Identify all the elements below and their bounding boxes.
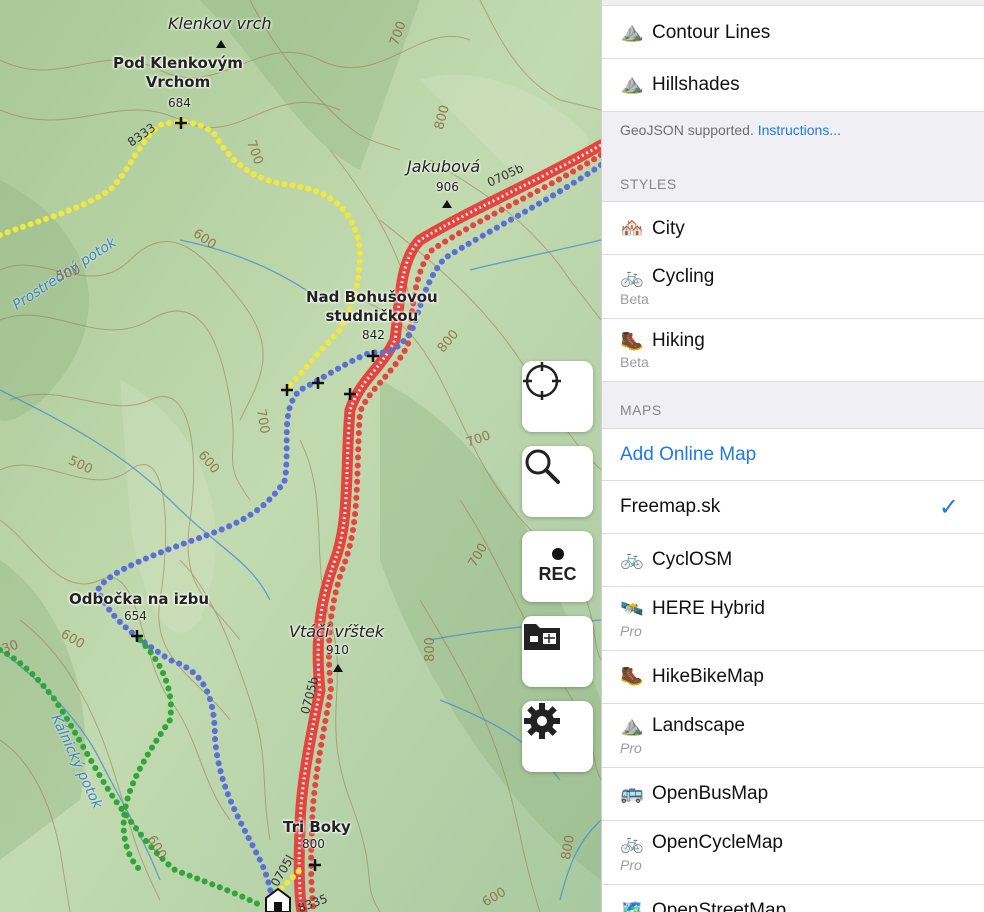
map-label: HikeBikeMap	[652, 666, 764, 687]
map-row-opencyclemap[interactable]: 🚲 OpenCycleMap Pro	[602, 821, 984, 885]
record-dot-icon	[551, 548, 564, 560]
map-row-openbusmap[interactable]: 🚌 OpenBusMap	[602, 768, 984, 821]
map-row-cyclosm[interactable]: 🚲 CyclOSM	[602, 534, 984, 587]
peak-name: Nad Bohušovou studničkou	[306, 288, 438, 325]
hill-label-klenkov-vrch: Klenkov vrch	[168, 14, 272, 33]
overlay-label: Hillshades	[652, 74, 740, 95]
bicycle-icon: 🚲	[620, 549, 644, 570]
geojson-note: GeoJSON supported. Instructions...	[620, 122, 841, 138]
style-sublabel: Beta	[620, 291, 649, 307]
map-sublabel: Pro	[620, 740, 642, 756]
style-label: City	[652, 218, 685, 239]
map-label: OpenBusMap	[652, 783, 769, 804]
add-online-map-row[interactable]: Add Online Map	[602, 428, 984, 481]
mountain-icon: ⛰️	[620, 22, 644, 43]
map-row-here-hybrid[interactable]: 🛰️ HERE Hybrid Pro	[602, 587, 984, 651]
map-label: OpenStreetMap	[652, 900, 787, 912]
map-row-landscape[interactable]: ⛰️ Landscape Pro	[602, 704, 984, 768]
map-label: OpenCycleMap	[652, 832, 783, 853]
geojson-note-text: GeoJSON supported.	[620, 122, 754, 138]
overlay-row-hillshades[interactable]: ⛰️ Hillshades	[602, 59, 984, 112]
hill-label-jakubova: Jakubová	[407, 157, 481, 176]
style-row-cycling[interactable]: 🚲 Cycling Beta	[602, 255, 984, 319]
overlay-label: Contour Lines	[652, 22, 771, 43]
crosshair-icon	[523, 362, 561, 400]
houses-icon: 🏘️	[620, 218, 644, 239]
map-sublabel: Pro	[620, 623, 642, 639]
map-row-freemap[interactable]: Freemap.sk ✓	[602, 481, 984, 534]
peak-label-nad-bohusovou: Nad Bohušovou studničkou	[306, 288, 438, 326]
peak-name: Pod Klenkovým Vrchom	[113, 54, 243, 91]
peak-label-tri-boky: Tri Boky	[283, 818, 351, 836]
maps-section-header: MAPS	[620, 402, 662, 418]
map-label: Landscape	[652, 715, 745, 736]
add-online-map-link[interactable]: Add Online Map	[620, 444, 756, 466]
peak-label-odbocka: Odbočka na izbu	[69, 590, 210, 608]
gear-icon	[524, 703, 560, 739]
mountain-icon: ⛰️	[620, 74, 644, 95]
style-label: Hiking	[652, 330, 705, 351]
instructions-link[interactable]: Instructions...	[758, 122, 841, 138]
style-label: Cycling	[652, 266, 715, 287]
map-row-openstreetmap[interactable]: 🗺️ OpenStreetMap	[602, 885, 984, 912]
map-row-hikebikemap[interactable]: 🥾 HikeBikeMap	[602, 651, 984, 704]
checkmark-icon: ✓	[938, 494, 959, 521]
locate-button[interactable]	[522, 361, 593, 432]
bicycle-icon: 🚲	[620, 833, 644, 854]
search-button[interactable]	[522, 446, 593, 517]
map-label: HERE Hybrid	[652, 598, 765, 619]
record-button[interactable]: REC	[522, 531, 593, 602]
map-view[interactable]: Pod Klenkovým Vrchom 684 Nad Bohušovou s…	[0, 0, 601, 912]
peak-elevation: 842	[362, 328, 385, 342]
hill-label-vtaci-vrstek: Vtáčí vŕštek	[289, 622, 385, 641]
map-layers-panel[interactable]: ⛰️ Contour Lines ⛰️ Hillshades GeoJSON s…	[601, 0, 984, 912]
map-label: Freemap.sk	[620, 496, 721, 517]
peak-elevation: 684	[168, 96, 191, 110]
hill-elevation: 910	[326, 643, 349, 657]
hiking-boot-icon: 🥾	[620, 331, 644, 352]
styles-section-header: STYLES	[620, 176, 677, 192]
style-sublabel: Beta	[620, 354, 649, 370]
map-sublabel: Pro	[620, 857, 642, 873]
contour-label: 800	[422, 637, 438, 662]
record-label: REC	[538, 564, 577, 584]
map-folder-icon	[524, 624, 560, 650]
bicycle-icon: 🚲	[620, 267, 644, 288]
bus-icon: 🚌	[620, 783, 644, 804]
map-label: CyclOSM	[652, 549, 733, 570]
map-icon: 🗺️	[620, 900, 644, 912]
peak-label-pod-klenkovym: Pod Klenkovým Vrchom	[113, 54, 243, 92]
maps-folder-button[interactable]	[522, 616, 593, 687]
peak-elevation: 654	[124, 609, 147, 623]
hill-elevation: 906	[436, 180, 459, 194]
satellite-icon: 🛰️	[620, 599, 644, 620]
hiking-boot-icon: 🥾	[620, 666, 644, 687]
settings-button[interactable]	[522, 701, 593, 772]
peak-elevation: 800	[302, 837, 325, 851]
style-row-city[interactable]: 🏘️ City	[602, 201, 984, 255]
mountain-icon: ⛰️	[620, 716, 644, 737]
magnifier-icon	[525, 449, 560, 484]
style-row-hiking[interactable]: 🥾 Hiking Beta	[602, 319, 984, 382]
overlay-row-contour-lines[interactable]: ⛰️ Contour Lines	[602, 5, 984, 59]
